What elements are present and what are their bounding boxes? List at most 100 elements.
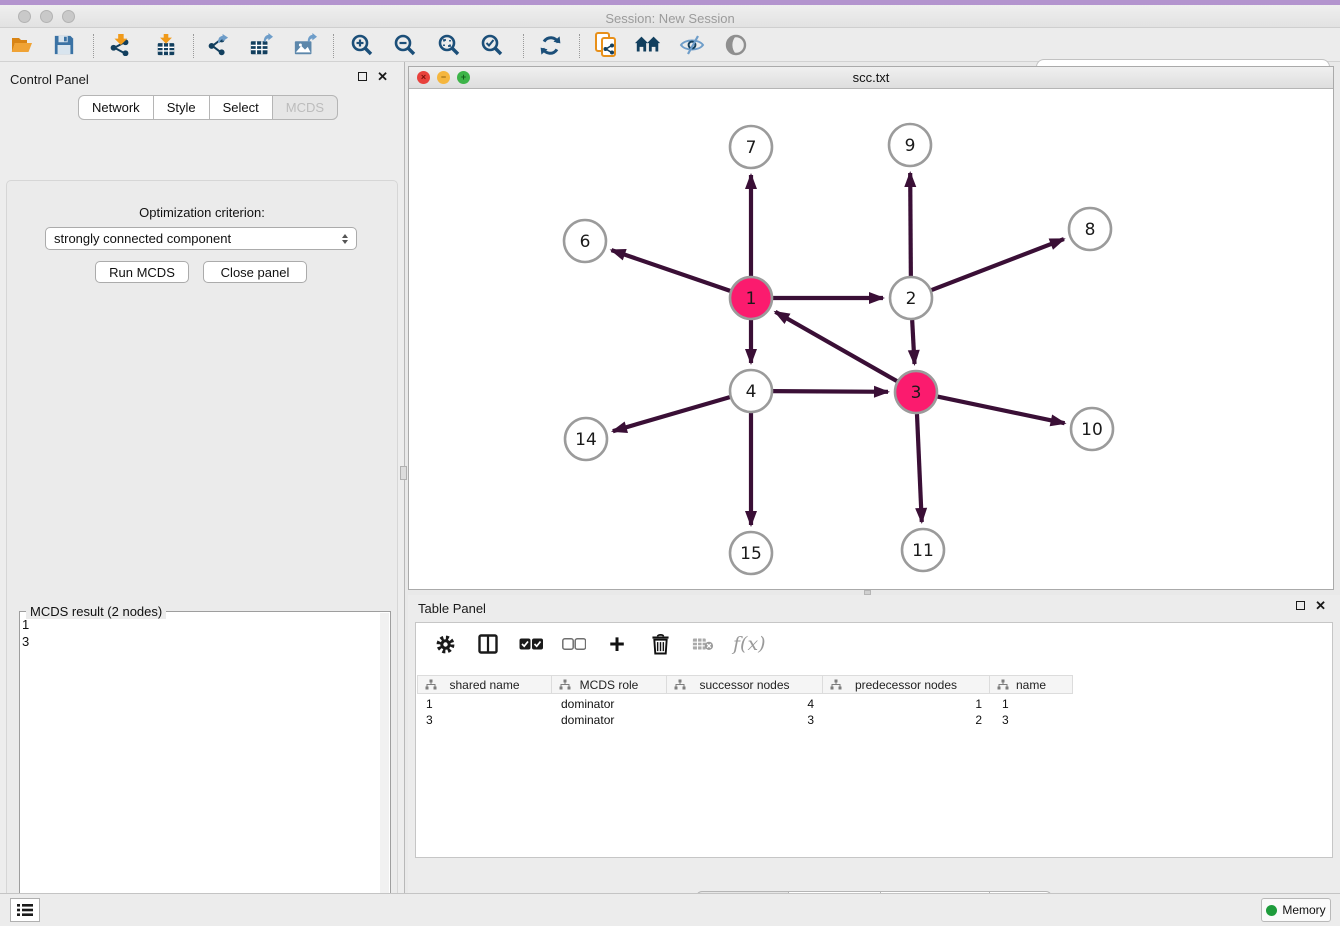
export-network-icon[interactable]	[204, 31, 232, 59]
svg-text:9: 9	[905, 136, 916, 156]
column-header-predecessor-nodes[interactable]: predecessor nodes	[822, 675, 990, 694]
float-panel-icon[interactable]	[358, 72, 367, 81]
toolbar-separator	[93, 34, 94, 58]
show-graphics-icon[interactable]	[722, 31, 750, 59]
add-column-icon[interactable]: +	[604, 631, 630, 657]
graph-node-2[interactable]: 2	[890, 277, 932, 319]
graph-edge-3-10[interactable]	[938, 397, 1065, 424]
table-cell[interactable]: 1	[418, 696, 553, 712]
close-table-panel-icon[interactable]: ✕	[1315, 601, 1326, 610]
export-table-icon[interactable]	[247, 31, 275, 59]
table-cell[interactable]: 4	[669, 696, 826, 712]
zoom-fit-icon[interactable]	[435, 31, 463, 59]
column-header-successor-nodes[interactable]: successor nodes	[666, 675, 823, 694]
result-line: 3	[22, 633, 29, 650]
refresh-layout-icon[interactable]	[536, 31, 564, 59]
hide-graphics-icon[interactable]	[678, 31, 706, 59]
network-canvas[interactable]: 7 9 6 8 1 2 4 3 14 10 15 11	[409, 89, 1333, 589]
svg-text:6: 6	[580, 232, 591, 252]
run-mcds-button[interactable]: Run MCDS	[95, 261, 189, 283]
close-panel-icon[interactable]: ✕	[377, 72, 388, 81]
graph-node-4[interactable]: 4	[730, 370, 772, 412]
table-row-3[interactable]: 3dominator323	[418, 712, 1078, 728]
result-scrollbar[interactable]	[380, 613, 389, 926]
close-panel-button[interactable]: Close panel	[203, 261, 307, 283]
tab-select[interactable]: Select	[209, 95, 273, 120]
graph-node-14[interactable]: 14	[565, 418, 607, 460]
table-toolbar: + f(x)	[416, 623, 1332, 665]
graph-node-15[interactable]: 15	[730, 532, 772, 574]
graph-edge-3-1[interactable]	[775, 312, 897, 381]
table-cell[interactable]: 3	[994, 712, 1078, 728]
graph-node-7[interactable]: 7	[730, 126, 772, 168]
save-session-icon[interactable]	[50, 31, 78, 59]
table-header-row: shared nameMCDS rolesuccessor nodesprede…	[418, 675, 1073, 694]
graph-edges	[611, 173, 1064, 525]
table-cell[interactable]: dominator	[553, 696, 669, 712]
criterion-select[interactable]: strongly connected component	[45, 227, 357, 250]
table-cell[interactable]: dominator	[553, 712, 669, 728]
network-window-titlebar[interactable]: × − + scc.txt	[409, 67, 1333, 89]
vertical-splitter-grip[interactable]	[400, 466, 407, 480]
svg-text:10: 10	[1081, 420, 1103, 440]
zoom-out-icon[interactable]	[391, 31, 419, 59]
graph-edge-4-3[interactable]	[773, 391, 888, 392]
table-container: + f(x) shared nameMCDS rolesuccessor nod…	[415, 622, 1333, 858]
graph-edge-4-14[interactable]	[613, 397, 730, 431]
graph-edge-2-8[interactable]	[932, 239, 1064, 290]
column-header-shared-name[interactable]: shared name	[417, 675, 552, 694]
memory-button[interactable]: Memory	[1261, 898, 1331, 922]
table-cell[interactable]: 2	[826, 712, 994, 728]
table-cell[interactable]: 1	[994, 696, 1078, 712]
svg-text:3: 3	[911, 383, 922, 403]
table-cell[interactable]: 3	[418, 712, 553, 728]
svg-text:2: 2	[906, 289, 917, 309]
graph-node-11[interactable]: 11	[902, 529, 944, 571]
graph-node-3[interactable]: 3	[895, 371, 937, 413]
result-line: 1	[22, 616, 29, 633]
open-session-icon[interactable]	[8, 31, 36, 59]
table-row-1[interactable]: 1dominator411	[418, 696, 1078, 712]
show-all-networks-icon[interactable]	[634, 31, 662, 59]
delete-column-icon[interactable]	[647, 631, 673, 657]
split-panel-icon[interactable]	[475, 631, 501, 657]
graph-node-9[interactable]: 9	[889, 124, 931, 166]
task-history-button[interactable]	[10, 898, 40, 922]
select-all-icon[interactable]	[518, 631, 544, 657]
zoom-in-icon[interactable]	[348, 31, 376, 59]
tab-mcds[interactable]: MCDS	[272, 95, 338, 120]
svg-text:14: 14	[575, 430, 597, 450]
column-header-MCDS-role[interactable]: MCDS role	[551, 675, 667, 694]
graph-node-10[interactable]: 10	[1071, 408, 1113, 450]
gear-icon[interactable]	[432, 631, 458, 657]
deselect-all-icon[interactable]	[561, 631, 587, 657]
import-table-icon[interactable]	[152, 31, 180, 59]
column-header-name[interactable]: name	[989, 675, 1073, 694]
optimization-criterion-label: Optimization criterion:	[7, 205, 397, 220]
toolbar-separator	[193, 34, 194, 58]
svg-text:4: 4	[746, 382, 757, 402]
graph-edge-1-6[interactable]	[611, 250, 730, 291]
graph-node-1[interactable]: 1	[730, 277, 772, 319]
copy-network-icon[interactable]	[592, 31, 620, 59]
svg-text:7: 7	[746, 138, 757, 158]
mcds-result-box: MCDS result (2 nodes) 1 3	[19, 611, 391, 926]
import-network-icon[interactable]	[106, 31, 134, 59]
graph-edge-2-3[interactable]	[912, 320, 914, 364]
table-cell[interactable]: 3	[669, 712, 826, 728]
float-table-panel-icon[interactable]	[1296, 601, 1305, 610]
control-panel-title: Control Panel	[10, 72, 89, 87]
export-image-icon[interactable]	[291, 31, 319, 59]
tab-style[interactable]: Style	[153, 95, 210, 120]
graph-node-8[interactable]: 8	[1069, 208, 1111, 250]
function-builder-icon: f(x)	[733, 631, 766, 657]
graph-edge-2-9[interactable]	[910, 173, 911, 276]
graph-edge-3-11[interactable]	[917, 414, 922, 522]
table-cell[interactable]: 1	[826, 696, 994, 712]
criterion-value: strongly connected component	[54, 231, 231, 246]
zoom-selected-icon[interactable]	[478, 31, 506, 59]
mcds-result-text[interactable]: 1 3	[22, 616, 29, 650]
tab-network[interactable]: Network	[78, 95, 154, 120]
control-panel-tabs: NetworkStyleSelectMCDS	[78, 95, 338, 120]
graph-node-6[interactable]: 6	[564, 220, 606, 262]
